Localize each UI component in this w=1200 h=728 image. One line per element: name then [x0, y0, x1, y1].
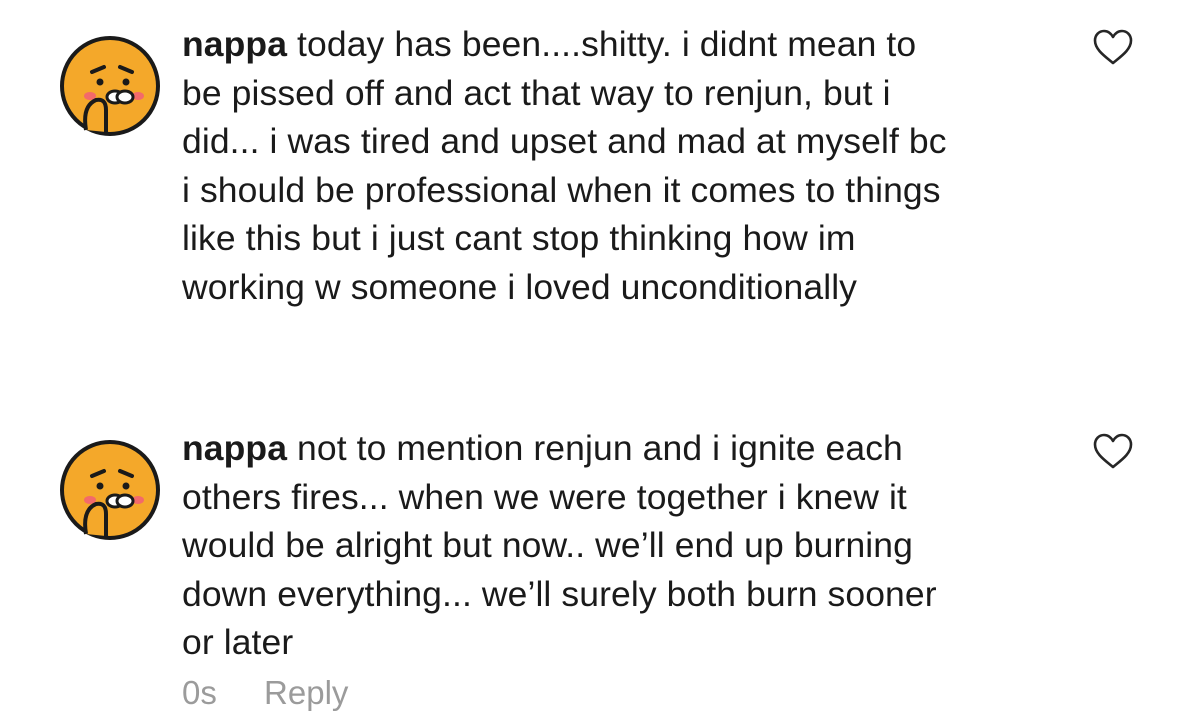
avatar[interactable] [58, 438, 162, 542]
kakao-ryan-avatar-icon [60, 440, 160, 540]
comment-line: i should be professional when it comes t… [182, 169, 941, 210]
comment-meta: 0s Reply [182, 674, 348, 712]
comment-line: like this but i just cant stop thinking … [182, 218, 856, 258]
comment-line: not to mention renjun and i ignite each [297, 428, 903, 468]
comment-line: did... i was tired and upset and mad at … [182, 121, 947, 161]
like-button[interactable] [1092, 28, 1134, 66]
heart-outline-icon [1093, 433, 1133, 469]
comment-line: others fires... when we were together i … [182, 476, 907, 517]
comment-line: be pissed off and act that way to renjun… [182, 72, 891, 113]
comment-username[interactable]: nappa [182, 428, 287, 468]
comment-line: or later [182, 622, 294, 662]
avatar[interactable] [58, 34, 162, 138]
comment-timestamp: 0s [182, 674, 217, 711]
comment-line: today has been....shitty. i didnt mean t… [297, 24, 917, 64]
comment-text: nappa today has been....shitty. i didnt m… [182, 20, 1082, 311]
comment-line: would be alright but now.. we’ll end up … [182, 525, 913, 565]
reply-button[interactable]: Reply [264, 674, 348, 711]
comment-text: nappa not to mention renjun and i ignite … [182, 424, 1082, 667]
comment-line: working w someone i loved unconditionall… [182, 266, 858, 307]
like-button[interactable] [1092, 432, 1134, 470]
kakao-ryan-avatar-icon [60, 36, 160, 136]
comment-line: down everything... we’ll surely both bur… [182, 573, 937, 614]
heart-outline-icon [1093, 29, 1133, 65]
comment-username[interactable]: nappa [182, 24, 287, 64]
